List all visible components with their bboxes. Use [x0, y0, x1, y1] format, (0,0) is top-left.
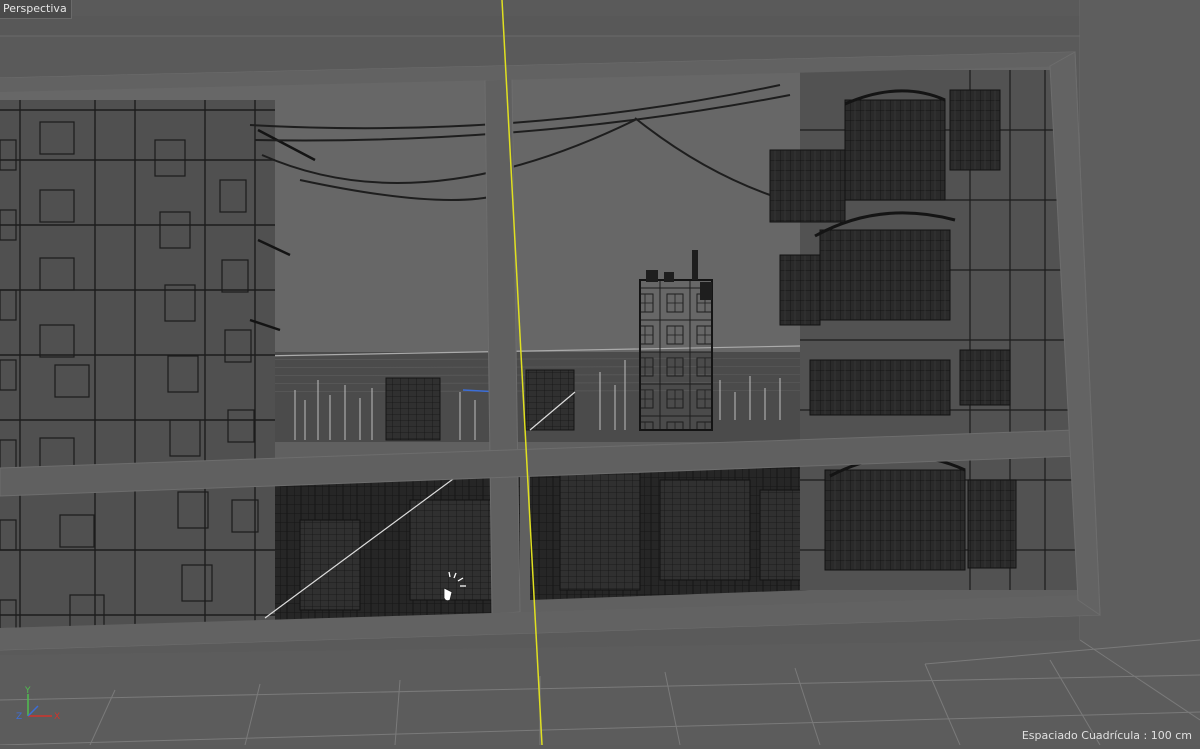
axis-z-label: Z [16, 712, 22, 722]
viewport-label[interactable]: Perspectiva [0, 0, 72, 19]
scene-canvas[interactable]: Y X Z [0, 0, 1200, 746]
distant-building [385, 377, 441, 441]
axis-y-label: Y [24, 686, 31, 696]
grid-spacing-readout: Espaciado Cuadrícula : 100 cm [1021, 729, 1192, 742]
outdoor-scene [0, 65, 1078, 628]
axis-x-label: X [54, 712, 60, 722]
left-apartment-building [0, 100, 316, 628]
right-apartment-building [769, 70, 1078, 590]
perspective-viewport[interactable]: Y X Z Perspectiva Espaciado Cuadrícula :… [0, 0, 1200, 746]
distant-building [525, 369, 575, 431]
